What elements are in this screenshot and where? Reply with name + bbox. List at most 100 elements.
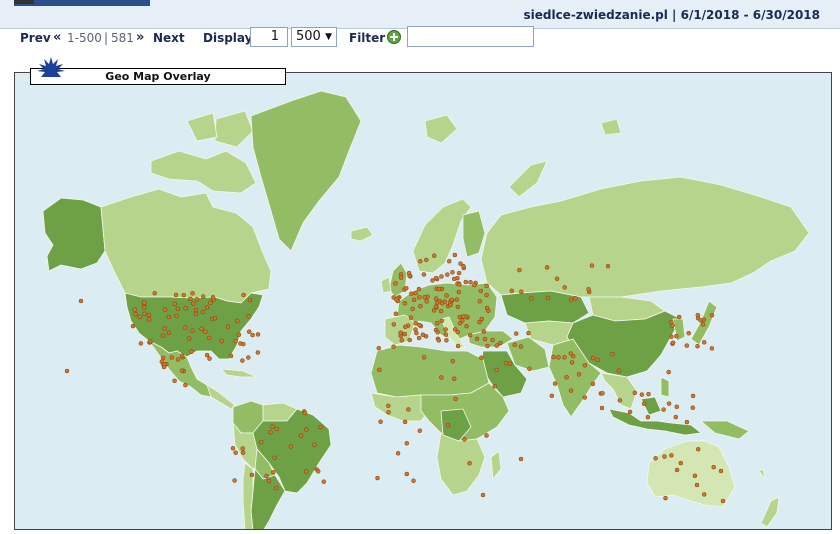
visitor-location-dot[interactable]	[600, 391, 605, 396]
visitor-location-dot[interactable]	[193, 311, 199, 317]
visitor-location-dot[interactable]	[236, 332, 242, 338]
visitor-location-dot[interactable]	[64, 368, 70, 374]
visitor-location-dot[interactable]	[146, 312, 152, 318]
visitor-location-dot[interactable]	[162, 326, 167, 331]
visitor-location-dot[interactable]	[445, 423, 451, 428]
visitor-location-dot[interactable]	[480, 492, 486, 498]
visitor-location-dot[interactable]	[663, 495, 668, 501]
visitor-location-dot[interactable]	[494, 343, 500, 348]
visitor-location-dot[interactable]	[445, 272, 450, 277]
visitor-location-dot[interactable]	[137, 314, 142, 320]
visitor-location-dot[interactable]	[436, 286, 442, 292]
visitor-location-dot[interactable]	[161, 364, 167, 370]
visitor-location-dot[interactable]	[670, 323, 675, 328]
visitor-location-dot[interactable]	[720, 498, 726, 504]
visitor-location-dot[interactable]	[166, 314, 172, 320]
visitor-location-dot[interactable]	[132, 307, 137, 312]
visitor-location-dot[interactable]	[463, 279, 469, 285]
visitor-location-dot[interactable]	[142, 311, 147, 317]
visitor-location-dot[interactable]	[414, 330, 419, 336]
visitor-location-dot[interactable]	[406, 407, 411, 412]
visitor-location-dot[interactable]	[259, 439, 264, 445]
visitor-location-dot[interactable]	[255, 350, 261, 355]
visitor-location-dot[interactable]	[544, 265, 550, 270]
visitor-location-dot[interactable]	[573, 296, 578, 301]
visitor-location-dot[interactable]	[304, 427, 309, 432]
visitor-location-dot[interactable]	[436, 338, 442, 343]
last-page-icon[interactable]: »	[136, 30, 144, 45]
visitor-location-dot[interactable]	[160, 333, 166, 338]
visitor-location-dot[interactable]	[632, 390, 638, 396]
visitor-location-dot[interactable]	[494, 367, 499, 373]
visitor-location-dot[interactable]	[394, 297, 399, 302]
visitor-location-dot[interactable]	[586, 287, 591, 292]
visitor-location-dot[interactable]	[413, 321, 419, 326]
visitor-location-dot[interactable]	[456, 289, 462, 295]
visitor-location-dot[interactable]	[204, 305, 210, 310]
visitor-location-dot[interactable]	[225, 324, 231, 329]
visitor-location-dot[interactable]	[439, 300, 445, 306]
visitor-location-dot[interactable]	[674, 467, 680, 473]
visitor-location-dot[interactable]	[518, 456, 524, 462]
visitor-location-dot[interactable]	[188, 296, 193, 302]
visitor-location-dot[interactable]	[266, 478, 272, 484]
visitor-location-dot[interactable]	[512, 342, 517, 348]
visitor-location-dot[interactable]	[138, 341, 144, 346]
visitor-location-dot[interactable]	[399, 338, 405, 343]
visitor-location-dot[interactable]	[627, 409, 633, 415]
visitor-location-dot[interactable]	[377, 367, 382, 373]
visitor-location-dot[interactable]	[378, 419, 383, 424]
visitor-location-dot[interactable]	[235, 318, 240, 324]
visitor-location-dot[interactable]	[507, 361, 513, 367]
visitor-location-dot[interactable]	[450, 358, 456, 364]
visitor-location-dot[interactable]	[617, 398, 623, 403]
visitor-location-dot[interactable]	[232, 478, 237, 483]
display-page-input[interactable]: 1	[250, 27, 288, 47]
visitor-location-dot[interactable]	[417, 428, 423, 433]
visitor-location-dot[interactable]	[410, 306, 415, 312]
visitor-location-dot[interactable]	[484, 283, 489, 289]
visitor-location-dot[interactable]	[582, 363, 588, 368]
visitor-location-dot[interactable]	[411, 478, 416, 484]
visitor-location-dot[interactable]	[386, 410, 391, 415]
visitor-location-dot[interactable]	[641, 401, 647, 407]
visitor-location-dot[interactable]	[443, 327, 448, 332]
visitor-location-dot[interactable]	[590, 355, 596, 361]
visitor-location-dot[interactable]	[402, 419, 408, 425]
visitor-location-dot[interactable]	[271, 470, 276, 475]
visitor-location-dot[interactable]	[549, 393, 555, 399]
visitor-location-dot[interactable]	[439, 375, 444, 380]
visitor-location-dot[interactable]	[181, 292, 186, 298]
visitor-location-dot[interactable]	[175, 357, 181, 362]
visitor-location-dot[interactable]	[430, 278, 435, 283]
visitor-location-dot[interactable]	[172, 301, 177, 307]
visitor-location-dot[interactable]	[455, 343, 461, 349]
visitor-location-dot[interactable]	[457, 314, 462, 320]
visitor-location-dot[interactable]	[484, 305, 490, 311]
visitor-location-dot[interactable]	[695, 446, 701, 452]
visitor-location-dot[interactable]	[376, 345, 382, 351]
visitor-location-dot[interactable]	[698, 318, 703, 323]
visitor-location-dot[interactable]	[639, 392, 645, 397]
visitor-location-dot[interactable]	[709, 312, 715, 318]
visitor-location-dot[interactable]	[701, 340, 707, 345]
visitor-location-dot[interactable]	[250, 332, 255, 338]
add-filter-icon[interactable]	[387, 30, 401, 44]
visitor-location-dot[interactable]	[433, 304, 439, 309]
visitor-location-dot[interactable]	[467, 460, 472, 466]
visitor-location-dot[interactable]	[228, 353, 234, 359]
visitor-location-dot[interactable]	[421, 355, 427, 360]
visitor-location-dot[interactable]	[169, 355, 175, 360]
visitor-location-dot[interactable]	[190, 328, 195, 333]
visitor-location-dot[interactable]	[669, 334, 674, 339]
visitor-location-dot[interactable]	[409, 291, 414, 296]
visitor-location-dot[interactable]	[233, 450, 238, 455]
visitor-location-dot[interactable]	[274, 485, 279, 491]
visitor-location-dot[interactable]	[416, 335, 422, 341]
visitor-location-dot[interactable]	[240, 446, 245, 451]
visitor-location-dot[interactable]	[695, 312, 701, 318]
visitor-location-dot[interactable]	[420, 332, 426, 337]
visitor-location-dot[interactable]	[402, 300, 408, 306]
visitor-location-dot[interactable]	[472, 282, 477, 288]
visitor-location-dot[interactable]	[141, 305, 147, 310]
